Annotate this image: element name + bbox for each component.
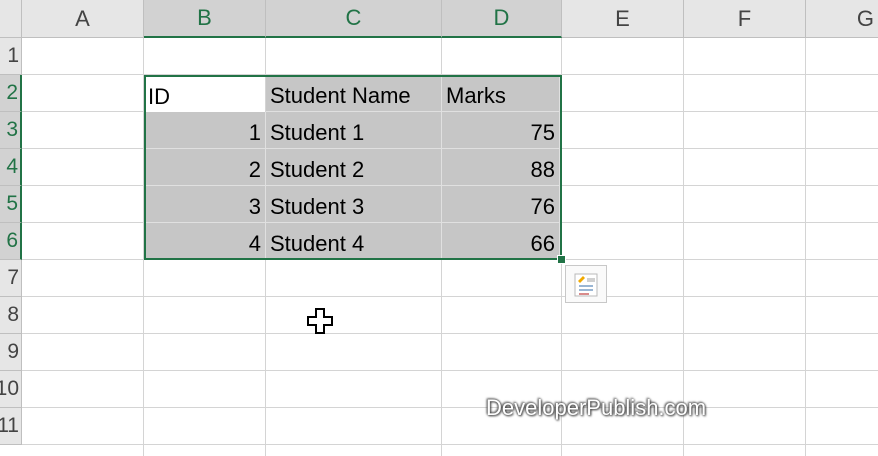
gridline — [22, 296, 878, 297]
quick-analysis-icon — [574, 273, 598, 297]
column-header-b[interactable]: B — [144, 0, 266, 38]
column-header-a[interactable]: A — [22, 0, 144, 38]
column-header-c[interactable]: C — [266, 0, 442, 38]
cell-c6-student-name[interactable]: Student 4 — [266, 223, 442, 260]
cell-d6-marks[interactable]: 66 — [442, 223, 560, 260]
gridline — [683, 38, 684, 456]
select-all-corner[interactable] — [0, 0, 22, 38]
quick-analysis-button[interactable] — [565, 265, 607, 303]
row-header-10[interactable]: 10 — [0, 371, 22, 408]
gridline — [561, 38, 562, 456]
cell-b2-header-id[interactable]: ID — [144, 75, 265, 112]
cell-b4-id[interactable]: 2 — [144, 149, 266, 186]
cell-d2-header-marks[interactable]: Marks — [442, 75, 560, 112]
cell-b5-id[interactable]: 3 — [144, 186, 266, 223]
row-header-2[interactable]: 2 — [0, 75, 22, 112]
gridline — [805, 38, 806, 456]
column-header-d[interactable]: D — [442, 0, 562, 38]
row-header-9[interactable]: 9 — [0, 334, 22, 371]
cell-c4-student-name[interactable]: Student 2 — [266, 149, 442, 186]
cell-select-cursor-icon — [306, 307, 334, 340]
row-header-3[interactable]: 3 — [0, 112, 22, 149]
row-header-7[interactable]: 7 — [0, 260, 22, 297]
cell-d5-marks[interactable]: 76 — [442, 186, 560, 223]
cell-d4-marks[interactable]: 88 — [442, 149, 560, 186]
gridline — [22, 444, 878, 445]
fill-handle[interactable] — [557, 255, 566, 264]
cell-c3-student-name[interactable]: Student 1 — [266, 112, 442, 149]
column-header-e[interactable]: E — [562, 0, 684, 38]
row-header-8[interactable]: 8 — [0, 297, 22, 334]
cell-c5-student-name[interactable]: Student 3 — [266, 186, 442, 223]
row-header-1[interactable]: 1 — [0, 38, 22, 75]
gridline — [22, 407, 878, 408]
row-header-6[interactable]: 6 — [0, 223, 22, 260]
cell-b3-id[interactable]: 1 — [144, 112, 266, 149]
cell-b6-id[interactable]: 4 — [144, 223, 266, 260]
gridline — [22, 333, 878, 334]
spreadsheet-grid: A B C D E F G 1 2 3 4 5 6 7 8 9 10 11 ID… — [0, 0, 878, 456]
cell-d3-marks[interactable]: 75 — [442, 112, 560, 149]
row-header-5[interactable]: 5 — [0, 186, 22, 223]
column-header-f[interactable]: F — [684, 0, 806, 38]
cell-c2-header-student-name[interactable]: Student Name — [266, 75, 442, 112]
gridline — [22, 370, 878, 371]
row-header-11[interactable]: 11 — [0, 408, 22, 445]
watermark-text: DeveloperPublish.com — [486, 395, 707, 420]
column-header-g[interactable]: G — [806, 0, 878, 38]
row-header-4[interactable]: 4 — [0, 149, 22, 186]
